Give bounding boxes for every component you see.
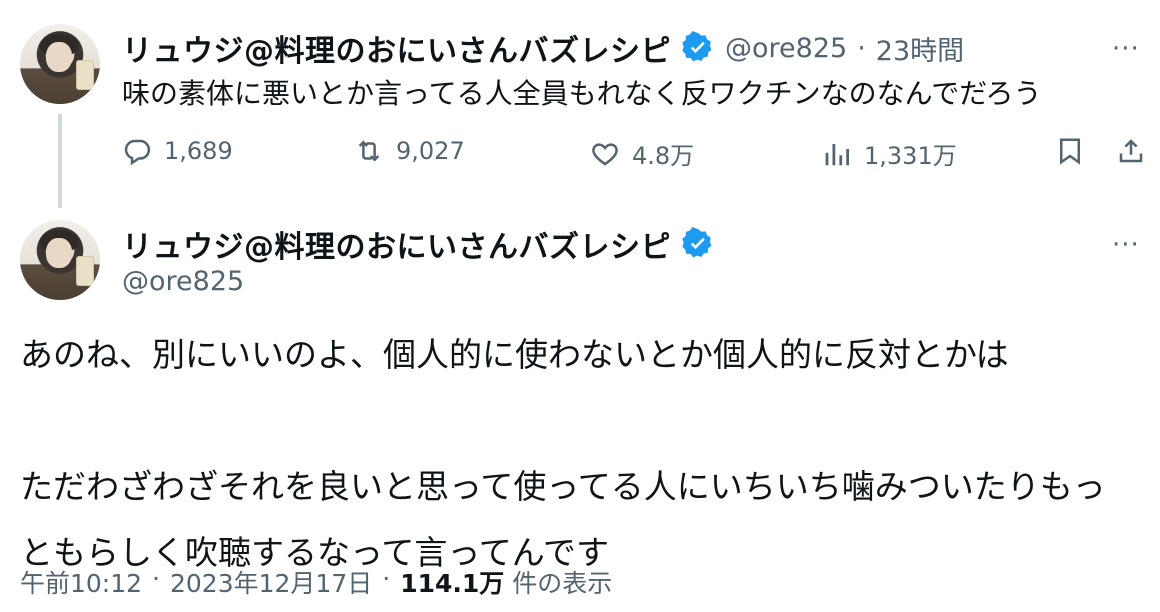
bookmark-button[interactable] — [1055, 136, 1085, 166]
reply-tweet-text: 味の素体に悪いとか言ってる人全員もれなく反ワクチンなのなんでだろう — [122, 77, 1042, 110]
reply-tweet-header: リュウジ@料理のおにいさんバズレシピ @ore825 · 23時間 — [122, 26, 964, 70]
retweet-icon — [358, 140, 380, 162]
views-button[interactable]: 1,331万 — [822, 136, 957, 171]
display-name[interactable]: リュウジ@料理のおにいさんバズレシピ — [122, 26, 671, 70]
handle[interactable]: @ore825 — [122, 266, 244, 297]
view-count-label: 件の表示 — [512, 569, 613, 598]
avatar[interactable] — [20, 220, 100, 300]
bookmark-icon — [1060, 138, 1080, 165]
share-icon — [1119, 139, 1143, 163]
handle[interactable]: @ore825 — [725, 33, 847, 64]
more-options-button[interactable]: ··· — [1112, 230, 1140, 260]
retweet-count: 9,027 — [396, 137, 465, 165]
reply-button[interactable]: 1,689 — [122, 136, 233, 166]
like-count: 4.8万 — [632, 142, 695, 170]
more-options-button[interactable]: ··· — [1112, 34, 1140, 64]
post-date[interactable]: 2023年12月17日 — [170, 564, 372, 600]
separator-dot: · — [857, 32, 866, 64]
time-ago[interactable]: 23時間 — [876, 29, 964, 68]
verified-badge-icon — [682, 227, 712, 258]
like-button[interactable]: 4.8万 — [590, 136, 694, 171]
reply-icon — [124, 139, 151, 166]
separator-dot: · — [382, 564, 391, 593]
share-button[interactable] — [1116, 136, 1146, 166]
views-chart-icon — [825, 143, 849, 165]
reply-count: 1,689 — [164, 137, 233, 165]
display-name[interactable]: リュウジ@料理のおにいさんバズレシピ — [122, 222, 671, 266]
tweet-meta: 午前10:12 · 2023年12月17日 · 114.1万 件の表示 — [20, 564, 612, 600]
main-tweet-header: リュウジ@料理のおにいさんバズレシピ — [122, 222, 715, 266]
heart-icon — [592, 142, 618, 165]
separator-dot: · — [152, 564, 160, 593]
main-tweet-text: あのね、別にいいのよ、個人的に使わないとか個人的に反対とかは ただわざわざそれを… — [20, 335, 1106, 572]
thread-line — [58, 114, 62, 208]
avatar[interactable] — [20, 24, 100, 104]
views-count: 1,331万 — [864, 142, 957, 170]
retweet-button[interactable]: 9,027 — [354, 136, 465, 166]
post-time[interactable]: 午前10:12 — [20, 564, 142, 600]
verified-badge-icon — [682, 31, 712, 62]
view-count: 114.1万 — [400, 569, 505, 598]
